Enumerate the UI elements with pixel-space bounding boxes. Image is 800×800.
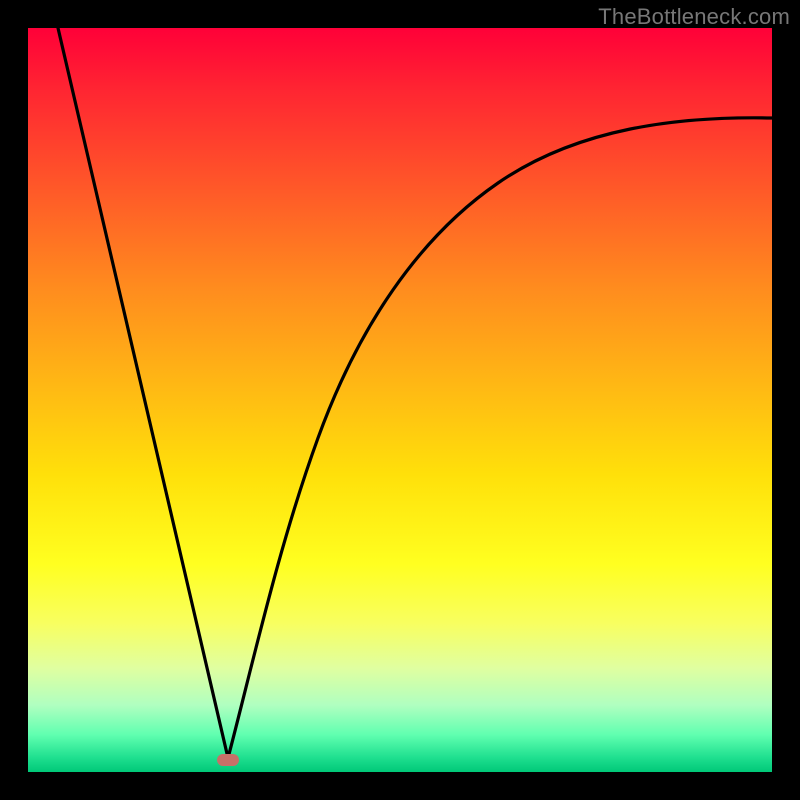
chart-frame: TheBottleneck.com — [0, 0, 800, 800]
watermark-label: TheBottleneck.com — [598, 4, 790, 30]
right-branch-path — [228, 118, 772, 758]
bottleneck-curve — [28, 28, 772, 772]
left-branch-path — [58, 28, 228, 758]
min-point-marker — [217, 754, 239, 766]
